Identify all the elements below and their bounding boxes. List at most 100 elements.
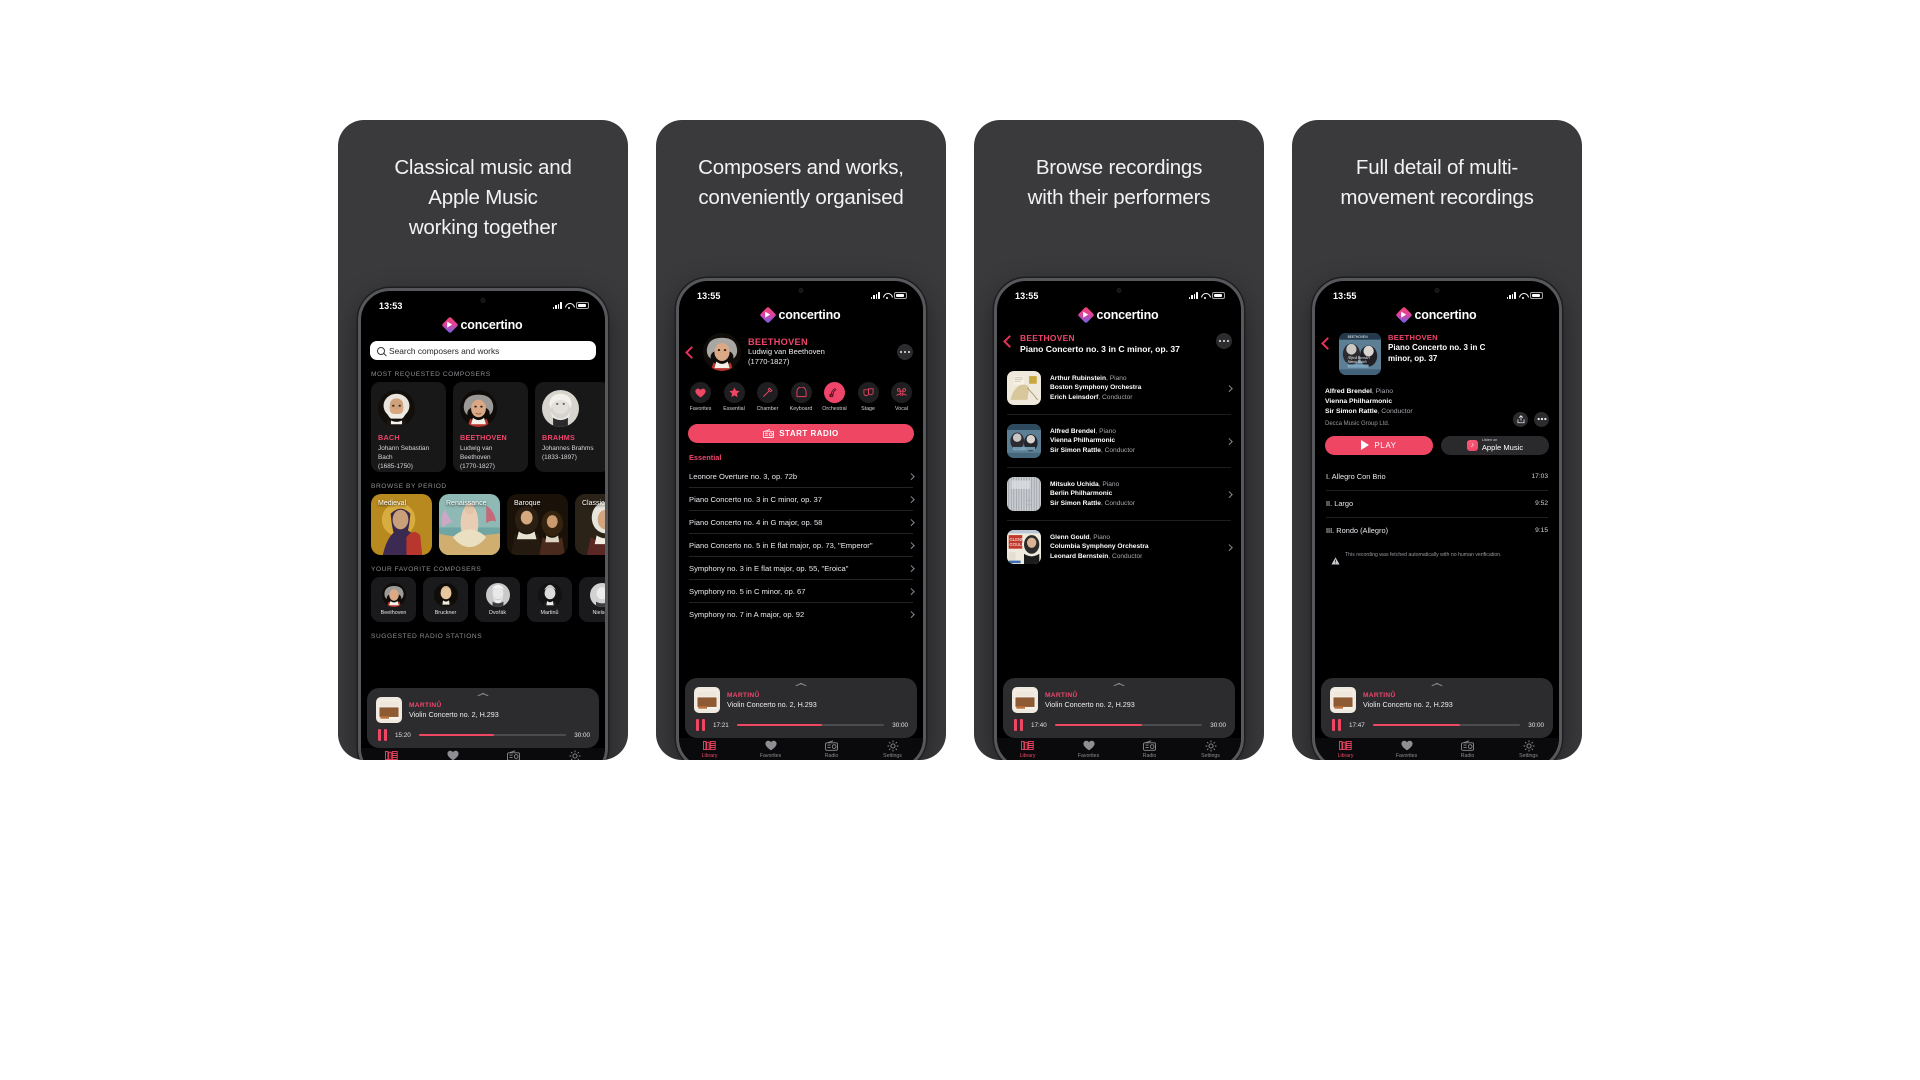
tab-library[interactable]: Library (1324, 740, 1368, 759)
gear-icon (1205, 740, 1217, 751)
progress-slider[interactable] (1054, 724, 1203, 726)
back-chevron-icon[interactable] (1003, 335, 1016, 348)
tab-bar[interactable]: Library Favorites Radio (361, 748, 605, 760)
ellipsis-icon[interactable] (1216, 333, 1232, 349)
period-card[interactable]: Classical (575, 494, 605, 555)
tab-settings[interactable]: Settings (1507, 740, 1551, 759)
period-card[interactable]: Medieval (371, 494, 432, 555)
recording-row[interactable]: GLENN GOULD Glenn Gould, Piano Columbia S… (1007, 520, 1232, 573)
wifi-icon (1201, 292, 1209, 299)
favorite-composer-card[interactable]: Nielsen (579, 577, 605, 622)
favorite-composer-card[interactable]: Martinů (527, 577, 572, 622)
search-input[interactable]: Search composers and works (370, 341, 596, 360)
promo-panel-4: Full detail of multi- movement recording… (1292, 120, 1582, 760)
tab-settings[interactable]: Settings (871, 740, 915, 759)
expand-chevron-icon[interactable] (1114, 682, 1125, 687)
tab-radio[interactable]: Radio (492, 750, 536, 760)
mini-player[interactable]: MARTINŮ Violin Concerto no. 2, H.293 17:… (1321, 678, 1553, 738)
periods-row[interactable]: Medieval Renaissance Baroque Classic (361, 494, 605, 555)
tab-settings[interactable]: Settings (1189, 740, 1233, 759)
movements-list[interactable]: I. Allegro Con Brio 17:03 II. Largo 9:52… (1315, 464, 1559, 544)
composer-card[interactable]: BRAHMS Johannes Brahms (1833-1897) (535, 382, 605, 472)
library-icon (1021, 740, 1034, 751)
list-item[interactable]: Symphony no. 5 in C minor, op. 67 (689, 579, 914, 602)
pause-button[interactable] (378, 729, 387, 741)
expand-chevron-icon[interactable] (796, 682, 807, 687)
tab-favorites[interactable]: Favorites (1385, 740, 1429, 759)
mini-player[interactable]: MARTINŮ Violin Concerto no. 2, H.293 15:… (367, 688, 599, 748)
category-keyboard[interactable]: Keyboard (789, 382, 814, 412)
tab-bar[interactable]: Library Favorites Radio (1315, 738, 1559, 760)
tab-label: Library (701, 752, 718, 759)
favorite-composers-row[interactable]: Beethoven Bruckner Dvořák Martinů Niels (361, 577, 605, 622)
pause-button[interactable] (1014, 719, 1023, 731)
back-chevron-icon[interactable] (685, 345, 698, 359)
progress-slider[interactable] (736, 724, 885, 726)
apple-music-button[interactable]: ♪ Listen on Apple Music (1441, 435, 1549, 455)
favorite-composer-card[interactable]: Bruckner (423, 577, 468, 622)
favorite-composer-card[interactable]: Dvořák (475, 577, 520, 622)
warning-triangle-icon (1331, 552, 1340, 565)
elapsed-time: 17:21 (712, 721, 729, 729)
album-art (1007, 424, 1041, 458)
pause-button[interactable] (696, 719, 705, 731)
progress-slider[interactable] (1372, 724, 1521, 726)
category-label: Essential (723, 406, 745, 412)
category-favorites[interactable]: Favorites (688, 382, 713, 412)
tab-radio[interactable]: Radio (1446, 740, 1490, 759)
progress-slider[interactable] (418, 734, 567, 736)
movement-row[interactable]: I. Allegro Con Brio 17:03 (1326, 464, 1548, 490)
list-item[interactable]: Symphony no. 7 in A major, op. 92 (689, 602, 914, 625)
movement-row[interactable]: III. Rondo (Allegro) 9:15 (1326, 516, 1548, 544)
recording-row[interactable]: Arthur Rubinstein, Piano Boston Symphony… (1007, 362, 1232, 414)
play-button[interactable]: PLAY (1325, 435, 1433, 455)
tab-favorites[interactable]: Favorites (431, 750, 475, 760)
back-chevron-icon[interactable] (1321, 337, 1334, 350)
section-essential-label: Essential (689, 453, 722, 462)
share-icon[interactable] (1513, 411, 1528, 427)
pause-button[interactable] (1332, 719, 1341, 731)
list-item[interactable]: Leonore Overture no. 3, op. 72b (689, 465, 914, 487)
ellipsis-icon[interactable] (1534, 411, 1549, 427)
category-chamber[interactable]: Chamber (755, 382, 780, 412)
tab-radio[interactable]: Radio (810, 740, 854, 759)
tab-favorites[interactable]: Favorites (749, 740, 793, 759)
mini-player[interactable]: MARTINŮ Violin Concerto no. 2, H.293 17:… (1003, 678, 1235, 738)
tab-settings[interactable]: Settings (553, 750, 597, 760)
recordings-list[interactable]: Arthur Rubinstein, Piano Boston Symphony… (997, 362, 1241, 573)
list-item[interactable]: Piano Concerto no. 4 in G major, op. 58 (689, 510, 914, 533)
most-requested-composers-row[interactable]: BACH Johann Sebastian Bach (1685-1750) B… (361, 382, 605, 472)
period-card[interactable]: Renaissance (439, 494, 500, 555)
apple-music-icon: ♪ (1466, 439, 1478, 451)
tab-library[interactable]: Library (688, 740, 732, 759)
period-card[interactable]: Baroque (507, 494, 568, 555)
recording-row[interactable]: Mitsuko Uchida, Piano Berlin Philharmoni… (1007, 467, 1232, 520)
tab-bar[interactable]: Library Favorites Radio (679, 738, 923, 760)
list-item[interactable]: Piano Concerto no. 5 in E flat major, op… (689, 533, 914, 556)
promo-panel-3: Browse recordings with their performers … (974, 120, 1264, 760)
category-stage[interactable]: Stage (856, 382, 881, 412)
category-filter-row[interactable]: Favorites Essential Chamber Keyboard Orc… (679, 371, 923, 412)
expand-chevron-icon[interactable] (1432, 682, 1443, 687)
works-list[interactable]: Leonore Overture no. 3, op. 72b Piano Co… (679, 465, 923, 625)
movement-row[interactable]: II. Largo 9:52 (1326, 489, 1548, 517)
expand-chevron-icon[interactable] (478, 692, 489, 697)
category-orchestral[interactable]: Orchestral (822, 382, 847, 412)
composer-card[interactable]: BACH Johann Sebastian Bach (1685-1750) (371, 382, 446, 472)
tab-library[interactable]: Library (370, 750, 414, 760)
tab-radio[interactable]: Radio (1128, 740, 1172, 759)
category-essential[interactable]: Essential (722, 382, 747, 412)
tab-bar[interactable]: Library Favorites Radio (997, 738, 1241, 760)
favorite-composer-card[interactable]: Beethoven (371, 577, 416, 622)
start-radio-button[interactable]: START RADIO (688, 424, 914, 443)
action-buttons-row[interactable]: PLAY ♪ Listen on Apple Music (1315, 427, 1559, 455)
recording-row[interactable]: Alfred Brendel, Piano Vienna Philharmoni… (1007, 414, 1232, 467)
tab-library[interactable]: Library (1006, 740, 1050, 759)
composer-card[interactable]: BEETHOVEN Ludwig van Beethoven (1770-182… (453, 382, 528, 472)
mini-player[interactable]: MARTINŮ Violin Concerto no. 2, H.293 17:… (685, 678, 917, 738)
ellipsis-icon[interactable] (897, 344, 913, 360)
tab-favorites[interactable]: Favorites (1067, 740, 1111, 759)
list-item[interactable]: Symphony no. 3 in E flat major, op. 55, … (689, 556, 914, 579)
list-item[interactable]: Piano Concerto no. 3 in C minor, op. 37 (689, 487, 914, 510)
category-vocal[interactable]: Vocal (889, 382, 914, 412)
